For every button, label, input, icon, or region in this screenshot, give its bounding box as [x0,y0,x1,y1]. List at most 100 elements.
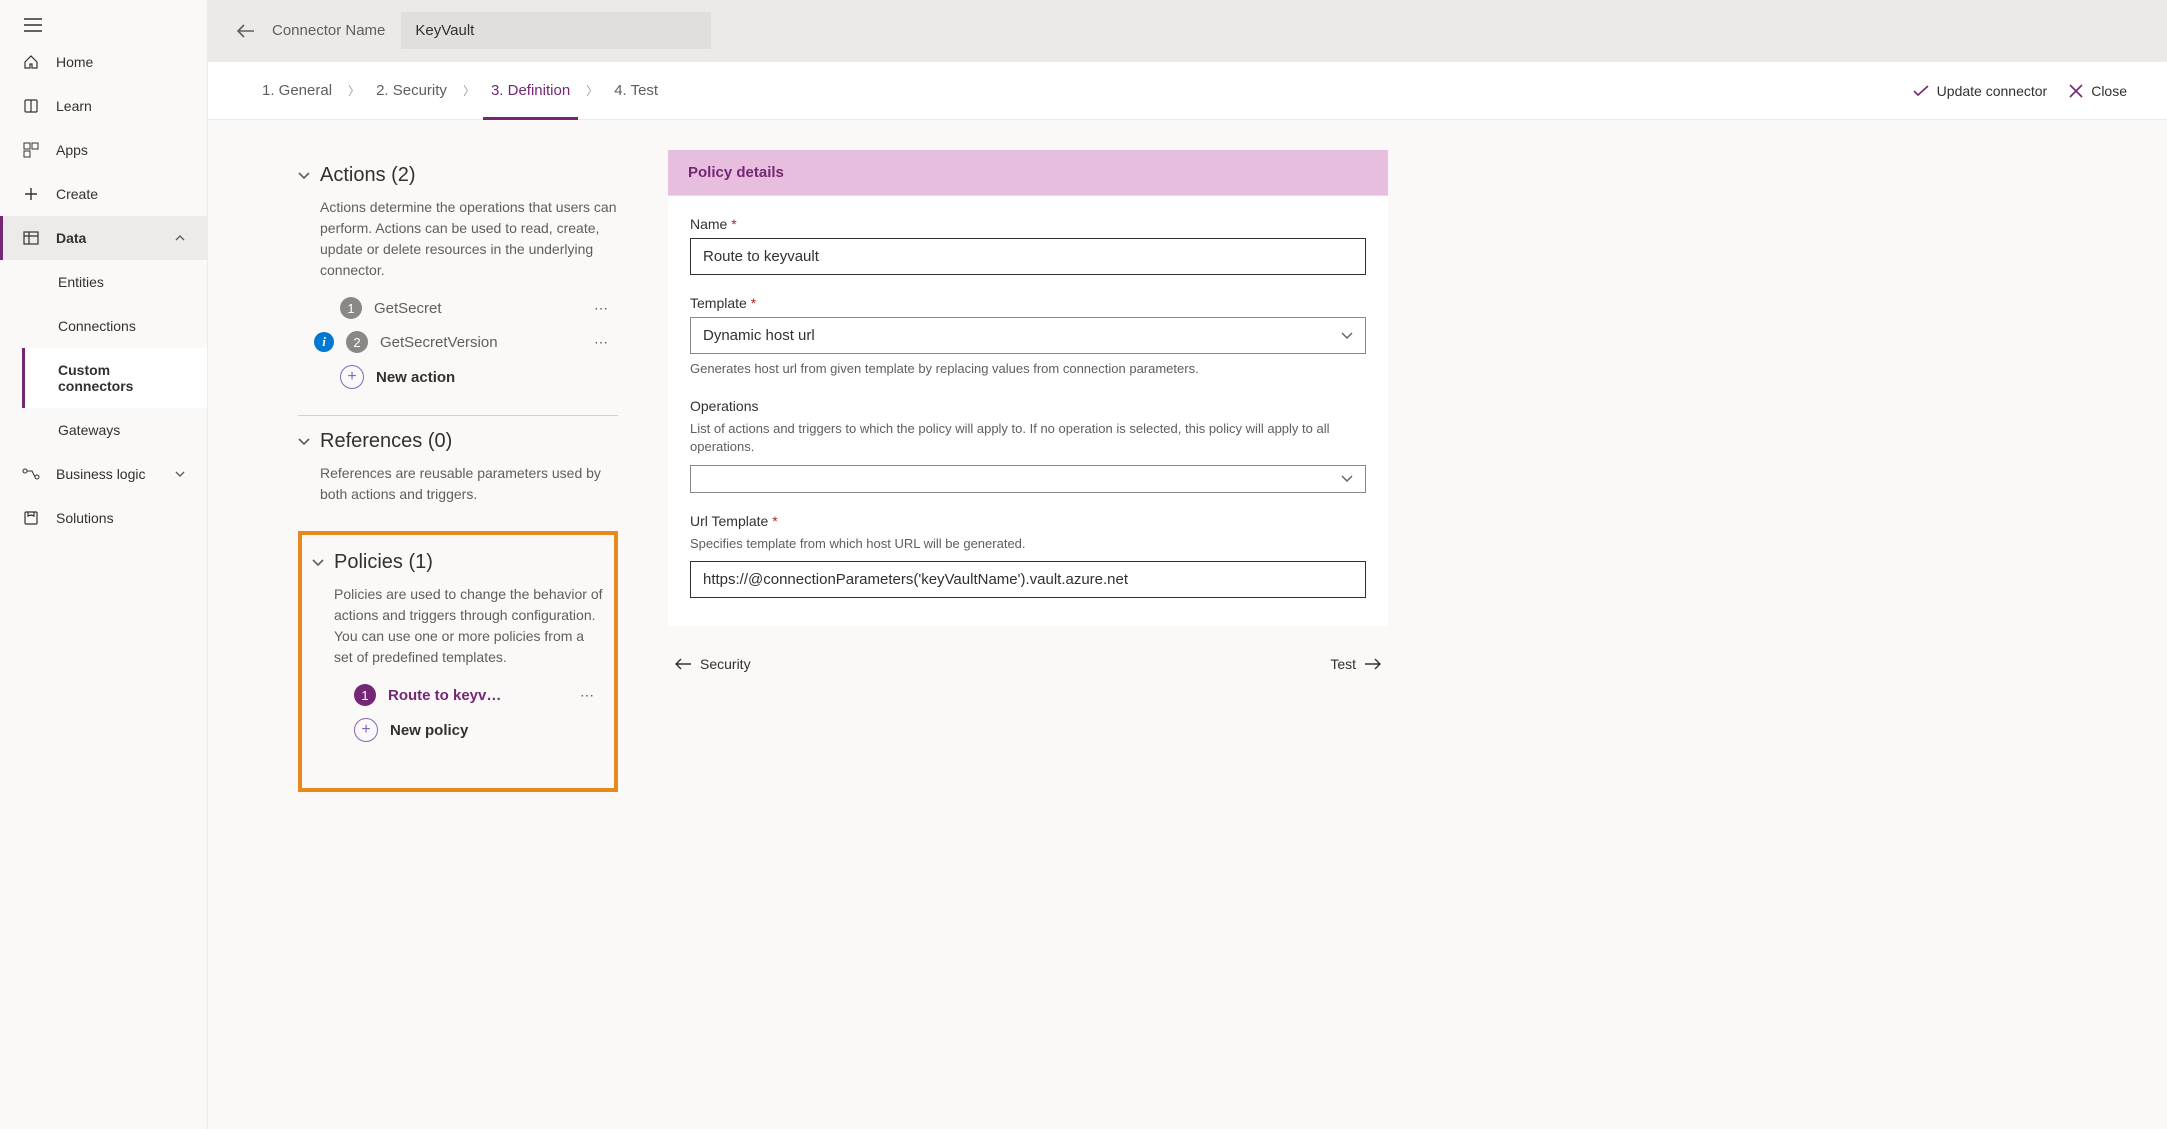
sidebar: Home Learn Apps Create Data Entities Con… [0,0,208,1129]
more-icon[interactable]: ⋯ [580,687,604,704]
field-label: Operations [690,398,1366,420]
name-input[interactable] [690,238,1366,275]
nav-label: Apps [56,142,88,158]
subnav-connections[interactable]: Connections [22,304,207,348]
action-item-getsecret[interactable]: 1 GetSecret ⋯ [298,291,618,325]
operations-select[interactable] [690,465,1366,493]
grid-icon [22,142,40,158]
nav-label: Test [1330,656,1356,672]
subnav-gateways[interactable]: Gateways [22,408,207,452]
connector-name-input[interactable] [401,12,711,49]
actions-header[interactable]: Actions (2) [298,156,618,195]
step-security[interactable]: 2. Security [368,76,455,105]
chevron-down-icon [1341,332,1353,340]
more-icon[interactable]: ⋯ [594,300,618,317]
item-label: New action [376,369,455,386]
button-label: Update connector [1937,83,2048,99]
nav-label: Data [56,230,86,246]
template-select[interactable]: Dynamic host url [690,317,1366,354]
number-badge: 1 [354,684,376,706]
number-badge: 1 [340,297,362,319]
arrow-right-icon [1364,658,1382,670]
more-icon[interactable]: ⋯ [594,334,618,351]
field-help: Specifies template from which host URL w… [690,535,1366,561]
nav-label: Solutions [56,510,114,526]
action-item-getsecretversion[interactable]: i 2 GetSecretVersion ⋯ [298,325,618,359]
book-icon [22,98,40,114]
nav-label: Home [56,54,93,70]
chevron-down-icon [298,172,310,180]
nav-label: Security [700,656,751,672]
section-title: Actions (2) [320,164,416,187]
policies-header[interactable]: Policies (1) [312,543,604,582]
flow-icon [22,467,40,481]
chevron-right-icon: 〉 [344,82,364,99]
nav-business-logic[interactable]: Business logic [0,452,207,496]
chevron-down-icon [298,438,310,446]
new-policy-button[interactable]: + New policy [312,712,604,748]
operations-field: Operations List of actions and triggers … [690,398,1366,492]
policies-highlight-box: Policies (1) Policies are used to change… [298,531,618,792]
number-badge: 2 [346,331,368,353]
step-definition[interactable]: 3. Definition [483,76,578,105]
nav-label: Learn [56,98,92,114]
hamburger-icon[interactable] [0,6,207,40]
policy-item-route[interactable]: 1 Route to keyv… ⋯ [312,678,604,712]
button-label: Close [2091,83,2127,99]
nav-home[interactable]: Home [0,40,207,84]
field-label: Template * [690,295,1366,317]
nav-label: Create [56,186,98,202]
nav-apps[interactable]: Apps [0,128,207,172]
nav-data[interactable]: Data [0,216,207,260]
section-title: References (0) [320,430,452,453]
step-general[interactable]: 1. General [254,76,340,105]
field-help: List of actions and triggers to which th… [690,420,1366,464]
item-label: GetSecret [374,300,442,317]
definition-sidebar: Actions (2) Actions determine the operat… [298,150,618,1099]
prev-step-button[interactable]: Security [674,656,751,672]
item-label: Route to keyv… [388,687,501,704]
nav-solutions[interactable]: Solutions [0,496,207,540]
main-area: Connector Name 1. General 〉 2. Security … [208,0,2167,1129]
step-footer-nav: Security Test [668,626,1388,672]
section-title: Policies (1) [334,551,433,574]
section-description: References are reusable parameters used … [298,461,618,515]
plus-icon [22,186,40,202]
chevron-down-icon [175,471,185,477]
arrow-left-icon [674,658,692,670]
update-connector-button[interactable]: Update connector [1913,83,2048,99]
back-arrow-icon[interactable] [236,23,256,39]
item-label: GetSecretVersion [380,334,498,351]
policy-details-panel: Policy details Name * Template * Dynamic… [668,150,1388,1099]
home-icon [22,54,40,70]
nav-label: Business logic [56,466,146,482]
url-template-field: Url Template * Specifies template from w… [690,513,1366,598]
plus-circle-icon: + [340,365,364,389]
policies-section: Policies (1) Policies are used to change… [312,543,604,768]
url-template-input[interactable] [690,561,1366,598]
new-action-button[interactable]: + New action [298,359,618,395]
connector-name-label: Connector Name [272,22,385,39]
field-label: Name * [690,216,1366,238]
item-label: New policy [390,722,468,739]
template-field: Template * Dynamic host url Generates ho… [690,295,1366,378]
section-description: Actions determine the operations that us… [298,195,618,291]
plus-circle-icon: + [354,718,378,742]
close-icon [2069,84,2083,98]
references-header[interactable]: References (0) [298,422,618,461]
field-label: Url Template * [690,513,1366,535]
topbar: Connector Name [208,0,2167,62]
next-step-button[interactable]: Test [1330,656,1382,672]
nav-create[interactable]: Create [0,172,207,216]
references-section: References (0) References are reusable p… [298,415,618,535]
info-icon: i [314,332,334,352]
nav-learn[interactable]: Learn [0,84,207,128]
section-description: Policies are used to change the behavior… [312,582,604,678]
subnav-custom-connectors[interactable]: Custom connectors [22,348,207,408]
field-help: Generates host url from given template b… [690,354,1366,378]
step-test[interactable]: 4. Test [606,76,666,105]
chevron-right-icon: 〉 [459,82,479,99]
actions-section: Actions (2) Actions determine the operat… [298,150,618,415]
subnav-entities[interactable]: Entities [22,260,207,304]
close-button[interactable]: Close [2069,83,2127,99]
